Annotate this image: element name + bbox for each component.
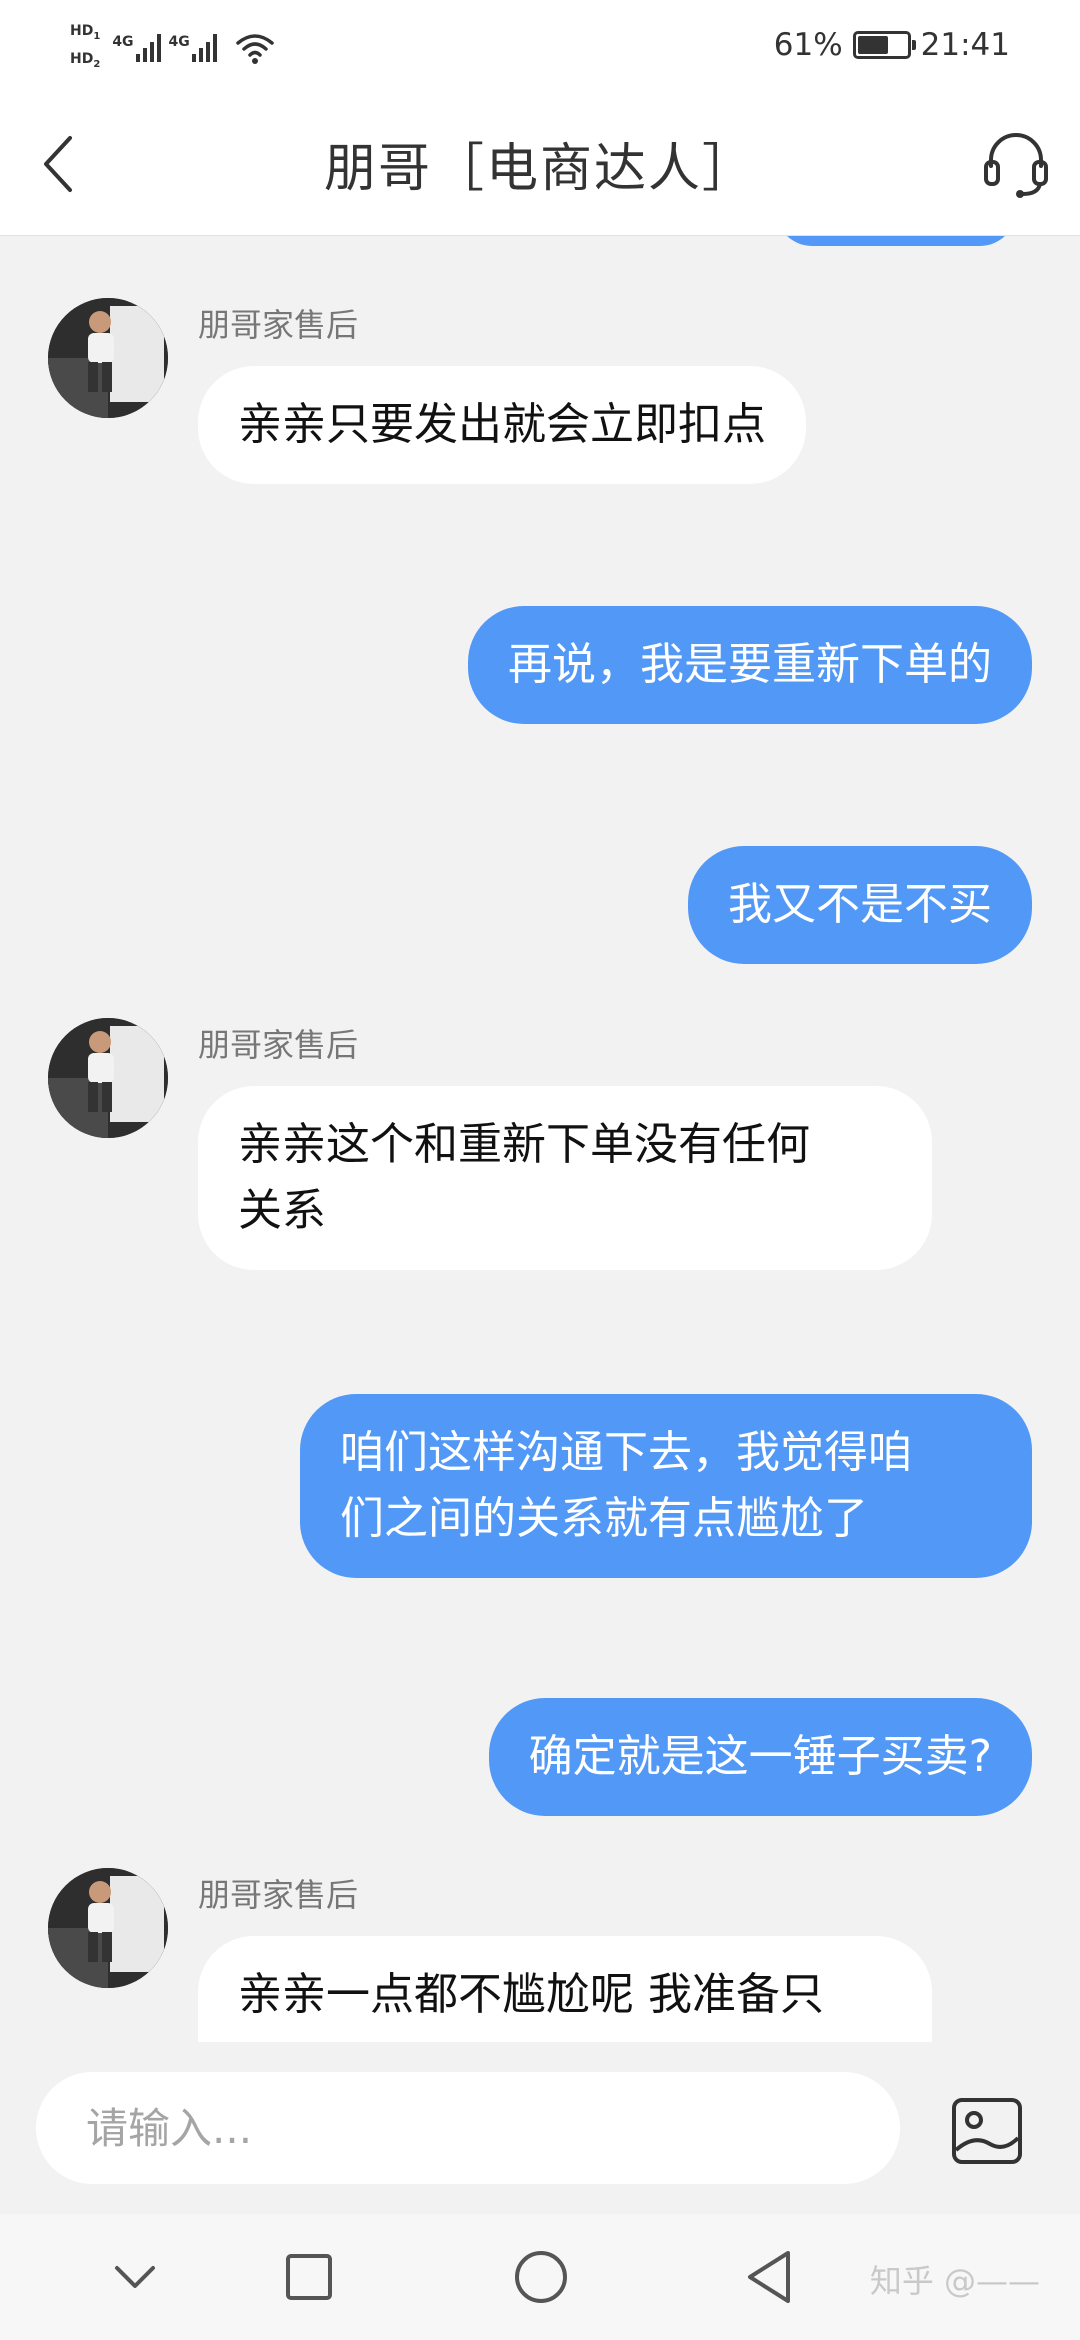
back-nav-button[interactable]: [734, 2242, 804, 2312]
message-text: 亲亲这个和重新下单没有任何: [238, 1119, 810, 1170]
clock: 21:41: [920, 27, 1010, 63]
message-text: 再说，我是要重新下单的: [508, 639, 992, 690]
system-nav-bar: 知乎 @——: [0, 2214, 1080, 2340]
outgoing-message-bubble[interactable]: 我又不是不买: [688, 846, 1032, 964]
message-text: 确定就是这一锤子买卖?: [528, 1731, 992, 1782]
hide-keyboard-button[interactable]: [100, 2242, 170, 2312]
page-title: 朋哥［电商达人］: [323, 139, 756, 199]
avatar[interactable]: [48, 1868, 168, 1988]
message-text: 亲亲一点都不尴尬呢 我准备只: [238, 1969, 824, 2020]
square-icon: [286, 2254, 332, 2300]
customer-service-button[interactable]: [976, 122, 1056, 206]
signal-1-icon: 4G: [112, 34, 161, 62]
chat-message-list[interactable]: 朋哥家售后 亲亲只要发出就会立即扣点 再说，我是要重新下单的 我又不是不买 朋哥…: [0, 236, 1080, 2042]
sender-name: 朋哥家售后: [198, 306, 359, 344]
home-button[interactable]: [506, 2242, 576, 2312]
image-icon: [952, 2098, 1022, 2164]
message-bubble[interactable]: 亲亲一点都不尴尬呢 我准备只: [198, 1936, 932, 2042]
message-text: 们之间的关系就有点尴尬了: [340, 1493, 868, 1544]
hd-voice-1-icon: HD1: [70, 23, 101, 42]
watermark: 知乎 @——: [869, 2262, 1040, 2300]
avatar[interactable]: [48, 298, 168, 418]
outgoing-message-bubble[interactable]: 咱们这样沟通下去，我觉得咱 们之间的关系就有点尴尬了: [300, 1394, 1032, 1578]
outgoing-message-bubble[interactable]: 确定就是这一锤子买卖?: [488, 1698, 1032, 1816]
recent-apps-button[interactable]: [274, 2242, 344, 2312]
message-bubble[interactable]: 亲亲这个和重新下单没有任何 关系: [198, 1086, 932, 1270]
message-text: 亲亲只要发出就会立即扣点: [238, 399, 766, 450]
avatar[interactable]: [48, 1018, 168, 1138]
wifi-icon: [236, 34, 274, 64]
message-text: 咱们这样沟通下去，我觉得咱: [340, 1427, 912, 1478]
message-bubble[interactable]: 亲亲只要发出就会立即扣点: [198, 366, 806, 484]
circle-icon: [515, 2251, 567, 2303]
message-text: 关系: [238, 1185, 326, 1236]
hd-voice-2-icon: HD2: [70, 51, 101, 70]
image-button[interactable]: [950, 2094, 1024, 2168]
status-bar: HD1 HD2 4G 4G 61% 21:41: [0, 0, 1080, 92]
status-icons-left: HD1 HD2 4G 4G: [70, 16, 275, 80]
signal-2-icon: 4G: [169, 34, 217, 62]
chevron-down-icon: [115, 2266, 155, 2288]
chat-header: 朋哥［电商达人］: [0, 92, 1080, 236]
previous-message-bubble: [776, 236, 1016, 246]
status-icons-right: 61% 21:41: [774, 22, 1010, 68]
message-text: 我又不是不买: [728, 879, 992, 930]
triangle-back-icon: [748, 2251, 790, 2303]
headset-icon: [984, 133, 1048, 198]
sender-name: 朋哥家售后: [198, 1876, 359, 1914]
outgoing-message-bubble[interactable]: 再说，我是要重新下单的: [468, 606, 1032, 724]
message-input[interactable]: [36, 2072, 900, 2184]
input-bar: [0, 2042, 1080, 2214]
sender-name: 朋哥家售后: [198, 1026, 359, 1064]
battery-icon: [852, 31, 916, 59]
battery-percent: 61%: [773, 27, 843, 63]
